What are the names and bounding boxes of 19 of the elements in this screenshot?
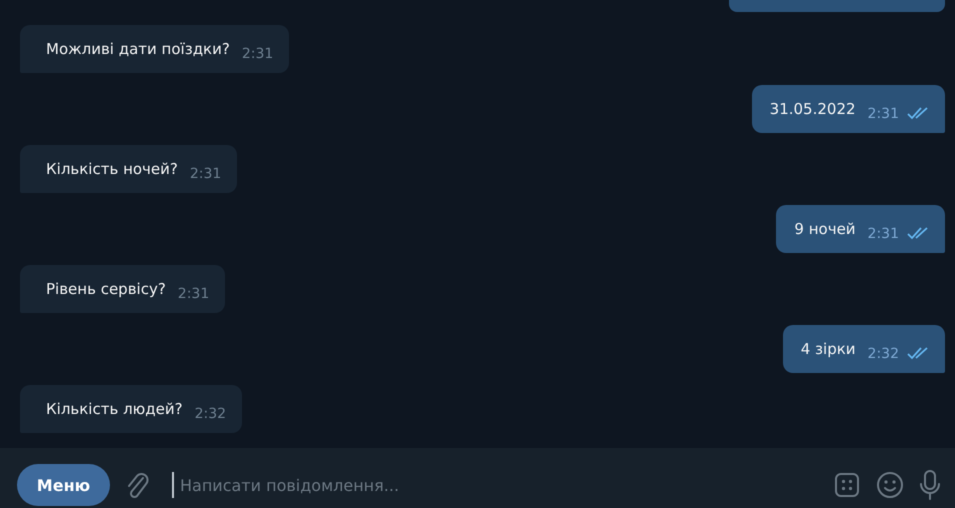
message-time: 2:31 [178, 286, 210, 302]
message-time: 2:32 [868, 346, 899, 362]
command-icon[interactable] [833, 471, 861, 499]
message-input[interactable]: Написати повідомлення... [180, 476, 779, 494]
message-text: Кількість людей? [46, 400, 183, 418]
emoji-icon[interactable] [875, 470, 905, 500]
message-text: 4 зірки [800, 340, 856, 358]
message-time: 2:31 [868, 226, 899, 242]
message-text: 9 ночей [794, 220, 856, 238]
message-time: 2:31 [242, 46, 274, 62]
message-time: 2:31 [868, 106, 899, 122]
message-time: 2:32 [194, 406, 226, 422]
message-text: 31.05.2022 [770, 100, 856, 118]
message-text: Кількість ночей? [46, 160, 178, 178]
message-text: Можливі дати поїздки? [46, 40, 230, 58]
message-time: 2:31 [190, 166, 222, 182]
menu-button[interactable]: Меню [17, 464, 110, 506]
microphone-icon[interactable] [919, 469, 941, 501]
message-text: Рівень сервісу? [46, 280, 166, 298]
